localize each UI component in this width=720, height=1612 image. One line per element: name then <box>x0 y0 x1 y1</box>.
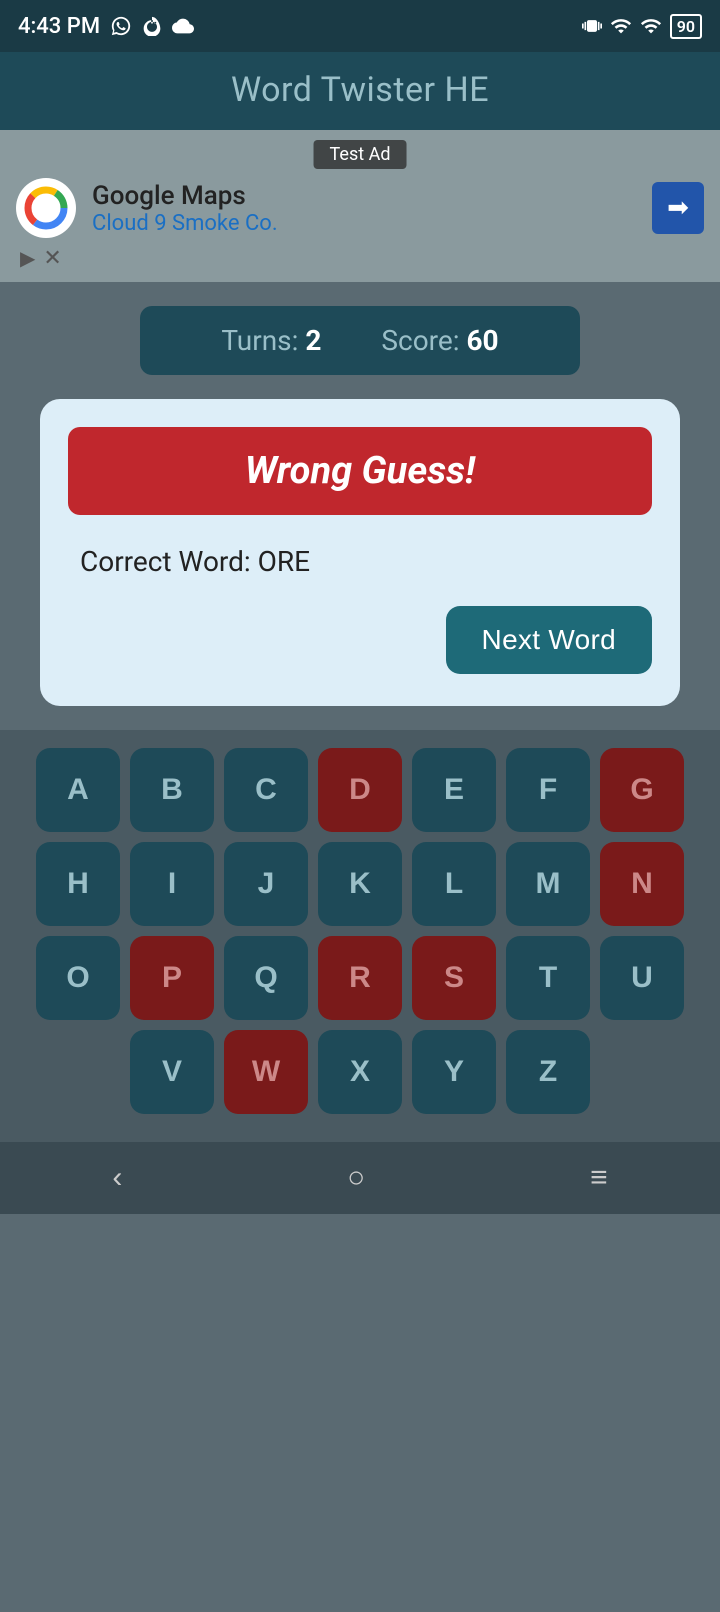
key-d[interactable]: D <box>318 748 402 832</box>
key-n[interactable]: N <box>600 842 684 926</box>
wrong-guess-banner: Wrong Guess! <box>68 427 652 515</box>
key-b[interactable]: B <box>130 748 214 832</box>
ad-text-block: Google Maps Cloud 9 Smoke Co. <box>92 181 636 236</box>
key-s[interactable]: S <box>412 936 496 1020</box>
ad-subtext: Cloud 9 Smoke Co. <box>92 211 636 236</box>
score-display: Score: 60 <box>381 324 498 357</box>
ad-company: Google Maps <box>92 181 636 211</box>
time-text: 4:43 PM <box>18 14 100 39</box>
ad-navigate-icon[interactable]: ➡ <box>652 182 704 234</box>
vibrate-icon <box>582 16 602 36</box>
app-header: Word Twister HE <box>0 52 720 130</box>
next-word-button[interactable]: Next Word <box>446 606 652 674</box>
ad-logo <box>16 178 76 238</box>
wifi-icon <box>640 15 662 37</box>
status-icons: 90 <box>582 14 702 39</box>
key-v[interactable]: V <box>130 1030 214 1114</box>
ad-content: Google Maps Cloud 9 Smoke Co. ➡ <box>16 178 704 238</box>
key-r[interactable]: R <box>318 936 402 1020</box>
ad-close-icon[interactable]: ✕ <box>43 248 61 270</box>
key-y[interactable]: Y <box>412 1030 496 1114</box>
keyboard-row: HIJKLMN <box>14 842 706 926</box>
bottom-nav: ‹ ○ ≡ <box>0 1142 720 1214</box>
back-button[interactable]: ‹ <box>112 1161 122 1195</box>
signal-icon <box>610 15 632 37</box>
ad-play-icon: ▶ <box>20 248 35 270</box>
battery-icon: 90 <box>670 14 702 39</box>
key-p[interactable]: P <box>130 936 214 1020</box>
key-u[interactable]: U <box>600 936 684 1020</box>
ad-icons-row: ▶ ✕ <box>16 248 704 270</box>
key-m[interactable]: M <box>506 842 590 926</box>
menu-button[interactable]: ≡ <box>590 1161 608 1195</box>
key-h[interactable]: H <box>36 842 120 926</box>
key-q[interactable]: Q <box>224 936 308 1020</box>
score-bar: Turns: 2 Score: 60 <box>140 306 580 375</box>
wrong-guess-text: Wrong Guess! <box>245 449 475 493</box>
app-title: Word Twister HE <box>0 70 720 110</box>
keyboard-row: VWXYZ <box>14 1030 706 1114</box>
dialog-card: Wrong Guess! Correct Word: ORE Next Word <box>40 399 680 706</box>
key-k[interactable]: K <box>318 842 402 926</box>
keyboard-area: ABCDEFG HIJKLMN OPQRSTU VWXYZ <box>0 730 720 1142</box>
key-a[interactable]: A <box>36 748 120 832</box>
key-i[interactable]: I <box>130 842 214 926</box>
key-z[interactable]: Z <box>506 1030 590 1114</box>
status-bar: 4:43 PM 90 <box>0 0 720 52</box>
key-x[interactable]: X <box>318 1030 402 1114</box>
key-f[interactable]: F <box>506 748 590 832</box>
ad-banner: Test Ad Google Maps Cloud 9 Smoke Co. ➡ … <box>0 130 720 282</box>
key-l[interactable]: L <box>412 842 496 926</box>
correct-word-display: Correct Word: ORE <box>80 545 652 578</box>
key-e[interactable]: E <box>412 748 496 832</box>
keyboard-row: ABCDEFG <box>14 748 706 832</box>
turns-display: Turns: 2 <box>221 324 321 357</box>
keyboard-row: OPQRSTU <box>14 936 706 1020</box>
key-w[interactable]: W <box>224 1030 308 1114</box>
key-t[interactable]: T <box>506 936 590 1020</box>
ad-label: Test Ad <box>314 140 407 169</box>
status-time: 4:43 PM <box>18 14 194 39</box>
next-word-row: Next Word <box>68 606 652 674</box>
whatsapp-icon <box>110 15 132 37</box>
google-logo-icon <box>24 186 68 230</box>
key-o[interactable]: O <box>36 936 120 1020</box>
key-j[interactable]: J <box>224 842 308 926</box>
key-c[interactable]: C <box>224 748 308 832</box>
usb-icon <box>142 16 162 36</box>
key-g[interactable]: G <box>600 748 684 832</box>
cloud-icon <box>172 15 194 37</box>
home-button[interactable]: ○ <box>347 1161 365 1195</box>
